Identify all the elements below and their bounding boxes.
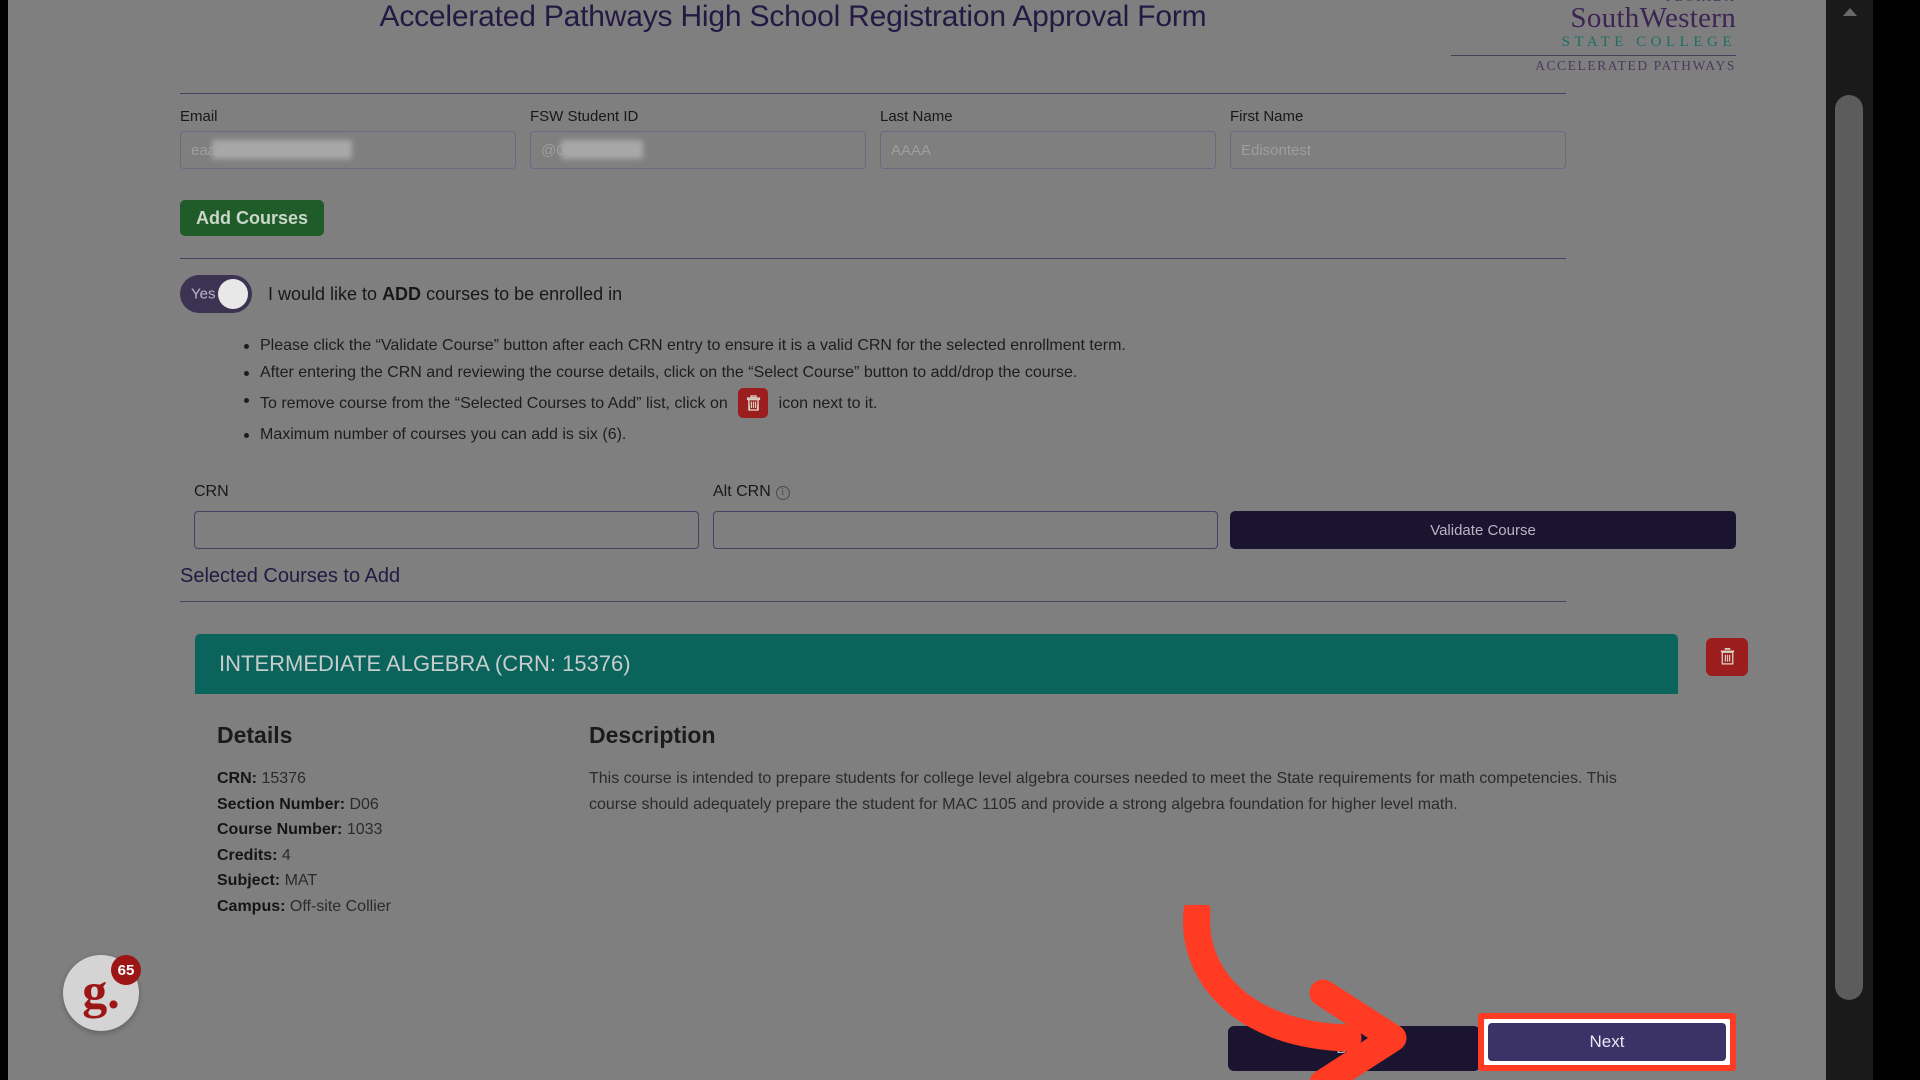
- logo-line-accelerated-pathways: ACCELERATED PATHWAYS: [1451, 59, 1736, 73]
- detail-section-number: Section Number: D06: [217, 792, 589, 818]
- course-card-title: INTERMEDIATE ALGEBRA (CRN: 15376): [219, 651, 631, 677]
- alt-crn-label: Alt CRN i: [713, 483, 790, 501]
- instruction-text-after: icon next to it.: [779, 395, 878, 412]
- detail-value: MAT: [285, 872, 318, 889]
- course-description-text: This course is intended to prepare stude…: [589, 766, 1656, 817]
- toggle-text-emphasis: ADD: [382, 284, 421, 304]
- detail-campus: Campus: Off-site Collier: [217, 894, 589, 920]
- add-courses-toggle[interactable]: Yes: [180, 275, 252, 313]
- guide-badge[interactable]: g. 65: [63, 955, 139, 1031]
- next-button[interactable]: Next: [1488, 1023, 1726, 1061]
- detail-label: Course Number:: [217, 821, 342, 838]
- scrollbar-thumb[interactable]: [1835, 95, 1863, 1000]
- validate-course-button[interactable]: Validate Course: [1230, 511, 1736, 549]
- toggle-text-suffix: courses to be enrolled in: [421, 284, 622, 304]
- toggle-state-label: Yes: [191, 286, 215, 303]
- add-courses-button[interactable]: Add Courses: [180, 200, 324, 236]
- detail-label: Credits:: [217, 847, 277, 864]
- trash-icon: [738, 388, 768, 418]
- detail-subject: Subject: MAT: [217, 868, 589, 894]
- add-courses-toggle-row: Yes I would like to ADD courses to be en…: [180, 275, 622, 313]
- crn-label: CRN: [194, 483, 229, 501]
- logo-line-southwestern: SouthWestern: [1451, 4, 1736, 33]
- detail-value: 4: [282, 847, 291, 864]
- field-last-name: Last Name: [880, 108, 1216, 169]
- detail-value: 15376: [261, 770, 306, 787]
- list-item: Maximum number of courses you can add is…: [244, 422, 1574, 448]
- registration-form-page: Accelerated Pathways High School Registr…: [8, 0, 1873, 1080]
- detail-value: D06: [349, 796, 378, 813]
- course-description-column: Description This course is intended to p…: [589, 722, 1656, 920]
- screen: Accelerated Pathways High School Registr…: [0, 0, 1920, 1080]
- field-fsw-student-id: FSW Student ID: [530, 108, 866, 169]
- list-item: To remove course from the “Selected Cour…: [244, 387, 1574, 421]
- trash-icon: [1719, 646, 1736, 668]
- detail-credits: Credits: 4: [217, 843, 589, 869]
- first-name-input[interactable]: [1230, 131, 1566, 169]
- field-first-name: First Name: [1230, 108, 1566, 169]
- alt-crn-label-text: Alt CRN: [713, 483, 771, 500]
- logo-line-state-college: STATE COLLEGE: [1451, 35, 1736, 50]
- list-item: Please click the “Validate Course” butto…: [244, 333, 1574, 359]
- detail-label: Subject:: [217, 872, 280, 889]
- email-input[interactable]: [180, 131, 516, 169]
- course-card: INTERMEDIATE ALGEBRA (CRN: 15376) Detail…: [194, 633, 1679, 947]
- badge-count: 65: [111, 955, 141, 985]
- toggle-description: I would like to ADD courses to be enroll…: [268, 284, 622, 305]
- field-email: Email: [180, 108, 516, 169]
- detail-value: Off-site Collier: [290, 898, 391, 915]
- info-icon[interactable]: i: [776, 486, 790, 500]
- list-item: After entering the CRN and reviewing the…: [244, 360, 1574, 386]
- description-heading: Description: [589, 722, 1656, 749]
- field-label-first-name: First Name: [1230, 108, 1566, 125]
- page-title: Accelerated Pathways High School Registr…: [8, 0, 1578, 34]
- vertical-scrollbar[interactable]: [1826, 0, 1873, 1080]
- detail-label: Section Number:: [217, 796, 345, 813]
- fsw-student-id-input[interactable]: [530, 131, 866, 169]
- remove-course-button[interactable]: [1706, 638, 1748, 676]
- detail-value: 1033: [347, 821, 383, 838]
- last-name-input[interactable]: [880, 131, 1216, 169]
- detail-label: Campus:: [217, 898, 285, 915]
- details-heading: Details: [217, 722, 589, 749]
- field-label-last-name: Last Name: [880, 108, 1216, 125]
- detail-course-number: Course Number: 1033: [217, 817, 589, 843]
- instructions-list: Please click the “Validate Course” butto…: [244, 333, 1574, 449]
- course-card-body: Details CRN: 15376 Section Number: D06 C…: [195, 694, 1678, 946]
- crn-input[interactable]: [194, 511, 699, 549]
- alt-crn-input[interactable]: [713, 511, 1218, 549]
- fsw-logo: FLORIDA SouthWestern STATE COLLEGE ACCEL…: [1451, 0, 1736, 73]
- back-button[interactable]: Back: [1228, 1026, 1480, 1071]
- next-button-highlight: Next: [1478, 1013, 1736, 1071]
- selected-courses-heading: Selected Courses to Add: [180, 565, 400, 588]
- divider-top: [180, 93, 1566, 94]
- course-details-column: Details CRN: 15376 Section Number: D06 C…: [217, 722, 589, 920]
- course-card-header: INTERMEDIATE ALGEBRA (CRN: 15376): [195, 634, 1678, 694]
- field-label-fsw-student-id: FSW Student ID: [530, 108, 866, 125]
- field-label-email: Email: [180, 108, 516, 125]
- student-info-fields: Email FSW Student ID Last Name: [180, 108, 1566, 169]
- toggle-text-prefix: I would like to: [268, 284, 382, 304]
- divider-selected-courses: [180, 601, 1566, 602]
- logo-divider: [1451, 55, 1736, 56]
- instruction-text-before: To remove course from the “Selected Cour…: [260, 395, 728, 412]
- detail-label: CRN:: [217, 770, 257, 787]
- scroll-up-arrow-icon[interactable]: [1843, 8, 1857, 16]
- detail-crn: CRN: 15376: [217, 766, 589, 792]
- divider-section: [180, 258, 1566, 259]
- toggle-knob: [218, 279, 248, 309]
